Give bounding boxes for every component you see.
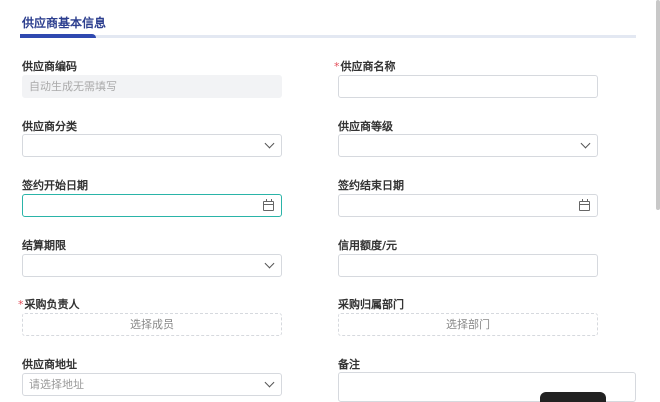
supplier-category-select[interactable]: [22, 134, 282, 157]
calendar-icon[interactable]: [579, 199, 590, 211]
supplier-level-label: 供应商等级: [338, 120, 393, 133]
select-department-button[interactable]: 选择部门: [338, 313, 598, 336]
section-divider: [20, 35, 636, 38]
select-member-button[interactable]: 选择成员: [22, 313, 282, 336]
contract-end-label: 签约结束日期: [338, 179, 404, 192]
supplier-code-input: 自动生成无需填写: [22, 75, 282, 98]
floating-action-button[interactable]: [540, 392, 606, 402]
scrollbar[interactable]: [656, 0, 660, 210]
required-mark: *: [334, 60, 340, 73]
calendar-icon[interactable]: [263, 199, 274, 211]
remark-label: 备注: [338, 358, 360, 371]
section-tab-active-indicator: [20, 34, 96, 38]
section-tab-basic-info[interactable]: 供应商基本信息: [22, 14, 106, 31]
contract-end-date-picker[interactable]: [338, 194, 598, 217]
settlement-period-label: 结算期限: [22, 239, 66, 252]
supplier-level-select[interactable]: [338, 134, 598, 157]
supplier-address-label: 供应商地址: [22, 358, 77, 371]
chevron-down-icon: [264, 258, 275, 269]
supplier-code-label: 供应商编码: [22, 60, 77, 73]
settlement-period-select[interactable]: [22, 254, 282, 277]
supplier-category-label: 供应商分类: [22, 120, 77, 133]
purchaser-label: *采购负责人: [18, 298, 80, 311]
chevron-down-icon: [264, 377, 275, 388]
required-mark: *: [18, 298, 24, 311]
credit-limit-input[interactable]: [338, 254, 598, 277]
purchase-department-label: 采购归属部门: [338, 298, 404, 311]
supplier-address-select[interactable]: 请选择地址: [22, 373, 282, 396]
chevron-down-icon: [580, 138, 591, 149]
contract-start-label: 签约开始日期: [22, 179, 88, 192]
contract-start-date-picker[interactable]: [22, 194, 282, 217]
supplier-name-input[interactable]: [338, 75, 598, 98]
chevron-down-icon: [264, 138, 275, 149]
credit-limit-label: 信用额度/元: [338, 239, 398, 252]
supplier-name-label: *供应商名称: [334, 60, 396, 73]
